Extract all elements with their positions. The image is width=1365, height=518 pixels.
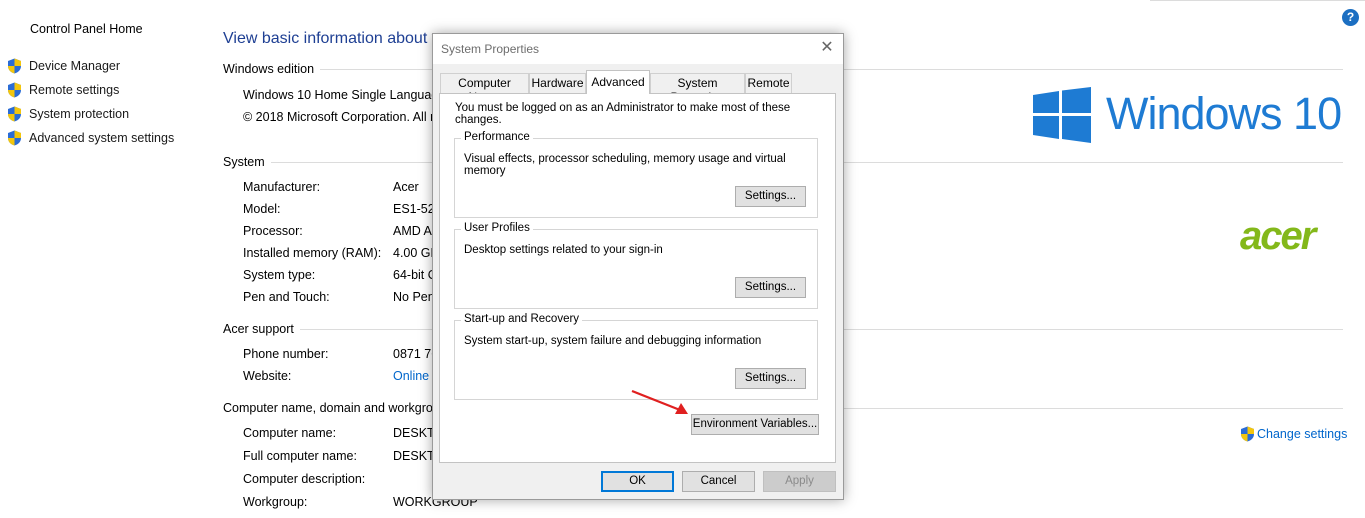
user-profiles-settings-button[interactable]: Settings... (735, 277, 806, 298)
info-label: Computer name: (243, 426, 337, 440)
uac-shield-icon (8, 106, 21, 122)
info-label: Installed memory (RAM): (243, 246, 382, 260)
windows-10-logo-text: Windows 10 (1106, 88, 1342, 139)
info-label: Computer description: (243, 472, 366, 486)
nav-item-label: Device Manager (29, 59, 121, 73)
tab-system-protection[interactable]: System Protection (650, 73, 745, 104)
nav-item-advanced-system-settings[interactable]: Advanced system settings (7, 129, 174, 147)
info-label: Full computer name: (243, 449, 357, 463)
nav-item-label: System protection (29, 107, 130, 121)
section-heading: Acer support (223, 322, 294, 336)
control-panel-home-link[interactable]: Control Panel Home (30, 22, 143, 36)
section-heading: Windows edition (223, 62, 315, 76)
group-legend: Start-up and Recovery (461, 313, 583, 325)
close-icon[interactable]: ✕ (819, 40, 835, 56)
group-description: Desktop settings related to your sign-in (464, 244, 663, 256)
uac-shield-icon (8, 58, 21, 74)
info-label: Pen and Touch: (243, 290, 330, 304)
uac-shield-icon (8, 82, 21, 98)
info-value: No Pen (393, 290, 435, 304)
acer-logo: acer (1240, 214, 1316, 258)
group-legend: Performance (461, 131, 533, 143)
dialog-title: System Properties (441, 42, 540, 56)
info-label: Workgroup: (243, 495, 308, 509)
environment-variables-button[interactable]: Environment Variables... (691, 414, 819, 435)
help-icon[interactable]: ? (1342, 9, 1359, 26)
dialog-titlebar[interactable]: System Properties ✕ (433, 34, 843, 64)
apply-button[interactable]: Apply (763, 471, 836, 492)
info-label: Manufacturer: (243, 180, 321, 194)
system-properties-dialog: System Properties ✕ Computer Name Hardwa… (432, 33, 844, 500)
annotation-arrow-icon (631, 389, 688, 414)
group-description: Visual effects, processor scheduling, me… (464, 153, 786, 177)
tab-remote[interactable]: Remote (745, 73, 792, 93)
nav-item-label: Remote settings (29, 83, 120, 97)
uac-shield-icon (8, 130, 21, 146)
group-description: System start-up, system failure and debu… (464, 335, 762, 347)
page-title: View basic information about y (223, 30, 440, 47)
performance-settings-button[interactable]: Settings... (735, 186, 806, 207)
cancel-button[interactable]: Cancel (682, 471, 755, 492)
performance-group: Performance Visual effects, processor sc… (454, 131, 818, 218)
info-label: Model: (243, 202, 281, 216)
windows-logo-icon (1033, 87, 1091, 143)
info-label: Phone number: (243, 347, 329, 361)
admin-note: You must be logged on as an Administrato… (455, 102, 791, 126)
nav-item-device-manager[interactable]: Device Manager (7, 57, 120, 75)
info-value: Acer (393, 180, 419, 194)
uac-shield-icon (1241, 426, 1254, 442)
change-settings-label: Change settings (1257, 427, 1348, 441)
info-label: System type: (243, 268, 316, 282)
edition-name: Windows 10 Home Single Language (243, 88, 446, 102)
tab-computer-name[interactable]: Computer Name (440, 73, 529, 104)
info-label: Website: (243, 369, 292, 383)
user-profiles-group: User Profiles Desktop settings related t… (454, 222, 818, 309)
tab-advanced[interactable]: Advanced (586, 70, 650, 94)
top-divider (1150, 0, 1365, 1)
tab-hardware[interactable]: Hardware (529, 73, 586, 93)
group-legend: User Profiles (461, 222, 533, 234)
info-label: Processor: (243, 224, 303, 238)
nav-item-system-protection[interactable]: System protection (7, 105, 129, 123)
copyright-text: © 2018 Microsoft Corporation. All ri (243, 110, 438, 124)
nav-item-remote-settings[interactable]: Remote settings (7, 81, 119, 99)
section-heading: System (223, 155, 265, 169)
nav-item-label: Advanced system settings (29, 131, 175, 145)
startup-recovery-settings-button[interactable]: Settings... (735, 368, 806, 389)
ok-button[interactable]: OK (601, 471, 674, 492)
info-value: 64-bit O (393, 268, 438, 282)
info-value: AMD A (393, 224, 432, 238)
change-settings-link[interactable]: Change settings (1240, 426, 1347, 442)
